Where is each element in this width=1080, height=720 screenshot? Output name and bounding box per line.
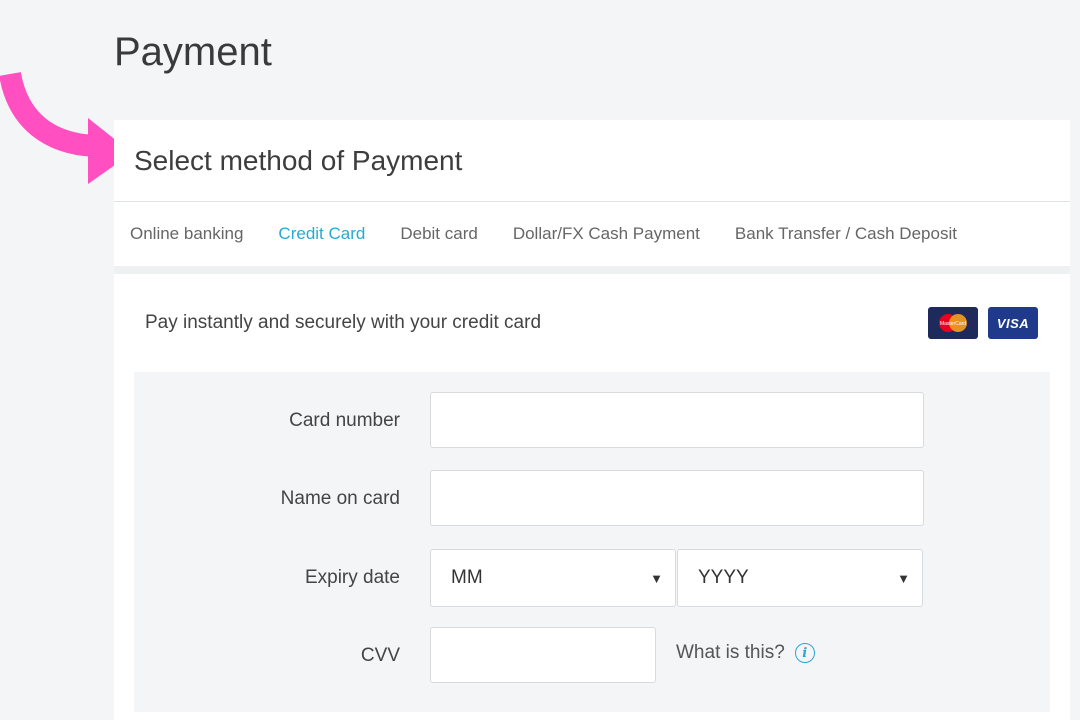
tab-online-banking[interactable]: Online banking	[130, 224, 243, 244]
payment-method-tabs: Online banking Credit Card Debit card Do…	[114, 202, 1070, 274]
card-logos: MasterCard VISA	[928, 307, 1038, 339]
expiry-year-value: YYYY	[698, 567, 749, 588]
cvv-help[interactable]: What is this? i	[676, 642, 815, 664]
expiry-date-label: Expiry date	[304, 567, 400, 588]
cvv-label: CVV	[360, 645, 400, 666]
card-number-label: Card number	[289, 410, 400, 431]
payment-panel: Select method of Payment Online banking …	[114, 120, 1070, 720]
name-on-card-label: Name on card	[280, 488, 400, 509]
tab-debit-card[interactable]: Debit card	[400, 224, 477, 244]
card-number-input[interactable]	[430, 392, 924, 448]
visa-logo: VISA	[988, 307, 1038, 339]
expiry-month-value: MM	[451, 567, 483, 588]
chevron-down-icon: ▼	[897, 570, 910, 586]
expiry-date-row: Expiry date MM ▼ YYYY ▼	[134, 549, 1050, 607]
intro-text: Pay instantly and securely with your cre…	[145, 312, 542, 333]
cvv-help-text[interactable]: What is this?	[676, 642, 785, 664]
credit-card-intro: Pay instantly and securely with your cre…	[114, 274, 1070, 372]
cvv-row: CVV What is this? i	[134, 627, 1050, 685]
expiry-year-select[interactable]: YYYY ▼	[677, 549, 923, 607]
svg-text:MasterCard: MasterCard	[940, 321, 966, 327]
card-number-row: Card number	[134, 392, 1050, 450]
tab-credit-card[interactable]: Credit Card	[278, 224, 365, 244]
chevron-down-icon: ▼	[650, 570, 663, 586]
tab-dollar-fx-cash-payment[interactable]: Dollar/FX Cash Payment	[513, 224, 700, 244]
mastercard-logo: MasterCard	[928, 307, 978, 339]
credit-card-form: Card number Name on card Expiry date MM …	[134, 372, 1050, 712]
cvv-input[interactable]	[430, 627, 656, 683]
tab-bank-transfer-cash-deposit[interactable]: Bank Transfer / Cash Deposit	[735, 224, 957, 244]
panel-heading-title: Select method of Payment	[134, 144, 463, 176]
expiry-month-select[interactable]: MM ▼	[430, 549, 676, 607]
name-on-card-row: Name on card	[134, 470, 1050, 528]
name-on-card-input[interactable]	[430, 470, 924, 526]
info-icon[interactable]: i	[794, 643, 815, 663]
panel-heading: Select method of Payment	[114, 120, 1070, 202]
